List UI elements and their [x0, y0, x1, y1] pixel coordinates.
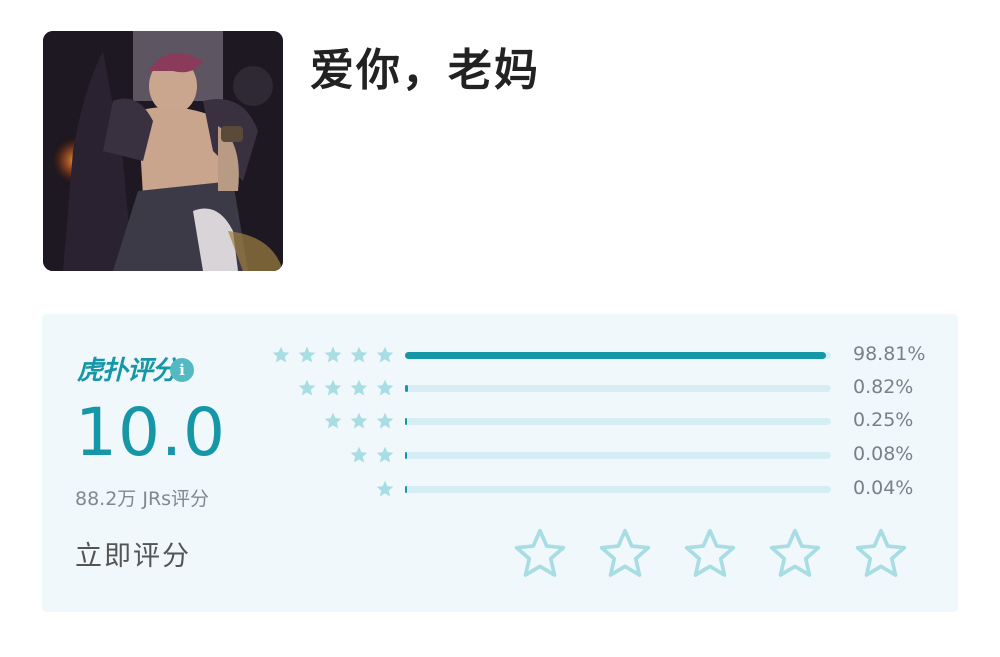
distribution-bar [405, 352, 831, 359]
star-icon [350, 412, 368, 429]
star-icon [350, 446, 368, 463]
star-icon [324, 412, 342, 429]
star-icon [350, 379, 368, 396]
star-icon [324, 379, 342, 396]
rate-star-icon[interactable] [597, 526, 653, 582]
info-icon[interactable]: i [170, 358, 194, 382]
star-icon [272, 346, 290, 363]
brand-logo: 虎扑评分 [77, 356, 178, 386]
distribution-bar-fill [405, 486, 408, 493]
distribution-bar-fill [405, 352, 826, 359]
star-icon [376, 480, 394, 497]
rating-panel: 虎扑评分 i 10.0 88.2万 JRs评分 立即评分 98.81% 0.82%… [42, 314, 958, 612]
star-icon [376, 379, 394, 396]
star-icon [298, 379, 316, 396]
star-icon [350, 346, 368, 363]
distribution-percent: 0.82% [853, 376, 914, 398]
distribution-bar-fill [405, 418, 408, 425]
distribution-bar [405, 452, 831, 459]
distribution-percent: 0.25% [853, 409, 914, 431]
distribution-bar-fill [405, 452, 408, 459]
distribution-percent: 98.81% [853, 343, 926, 365]
star-icon [376, 346, 394, 363]
rate-star-icon[interactable] [767, 526, 823, 582]
distribution-bar [405, 385, 831, 392]
distribution-percent: 0.08% [853, 443, 914, 465]
star-icon [376, 446, 394, 463]
rate-star-icon[interactable] [682, 526, 738, 582]
cover-image [43, 31, 283, 271]
distribution-bar [405, 486, 831, 493]
rating-count: 88.2万 JRs评分 [75, 488, 210, 510]
star-icon [324, 346, 342, 363]
distribution-bar [405, 418, 831, 425]
rating-score: 10.0 [75, 394, 226, 471]
rate-now-label: 立即评分 [75, 541, 191, 572]
star-icon [298, 346, 316, 363]
distribution-bar-fill [405, 385, 409, 392]
rate-star-icon[interactable] [512, 526, 568, 582]
page-title: 爱你，老妈 [310, 45, 540, 96]
distribution-percent: 0.04% [853, 477, 914, 499]
star-icon [376, 412, 394, 429]
rate-star-icon[interactable] [853, 526, 909, 582]
